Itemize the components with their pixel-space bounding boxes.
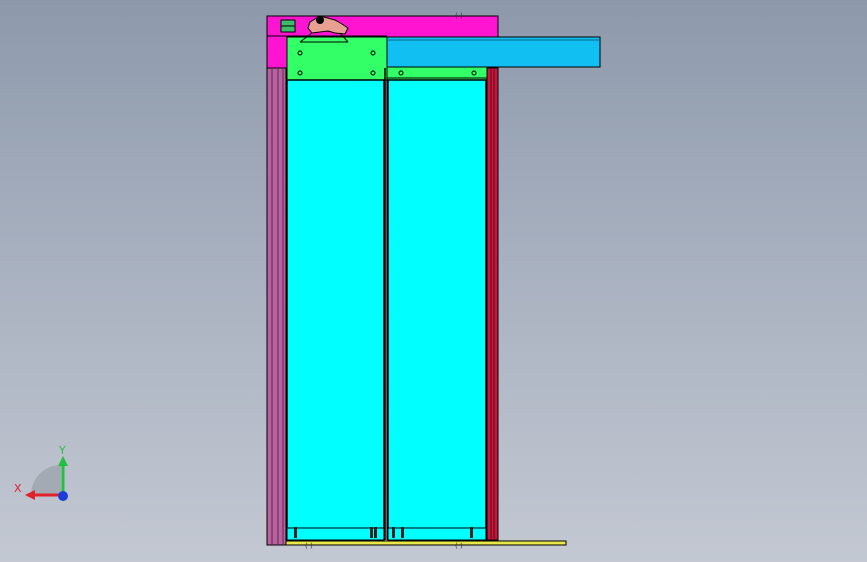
triad-plane-indicator xyxy=(31,465,61,495)
svg-text:( ): ( ) xyxy=(455,12,463,20)
door-foot xyxy=(370,527,373,538)
right-door-panel[interactable] xyxy=(387,79,487,531)
svg-text:( ): ( ) xyxy=(305,542,313,550)
right-vertical-post[interactable] xyxy=(486,67,499,541)
door-foot xyxy=(392,527,395,538)
door-foot xyxy=(401,527,404,538)
base-plate[interactable] xyxy=(285,540,567,546)
door-foot xyxy=(374,527,377,538)
cantilever-rail[interactable] xyxy=(386,36,601,68)
graphics-viewport[interactable]: ( ) ( ) ( ) Y X xyxy=(0,0,867,562)
cad-model[interactable]: ( ) ( ) ( ) xyxy=(0,0,867,562)
door-foot xyxy=(470,527,473,538)
left-door-panel[interactable] xyxy=(286,79,385,531)
svg-text:( ): ( ) xyxy=(455,542,463,550)
y-axis-label: Y xyxy=(58,444,66,457)
z-axis-indicator xyxy=(58,491,68,501)
x-axis-label: X xyxy=(14,482,22,495)
door-foot xyxy=(294,527,297,538)
coordinate-triad[interactable]: Y X xyxy=(10,440,80,510)
